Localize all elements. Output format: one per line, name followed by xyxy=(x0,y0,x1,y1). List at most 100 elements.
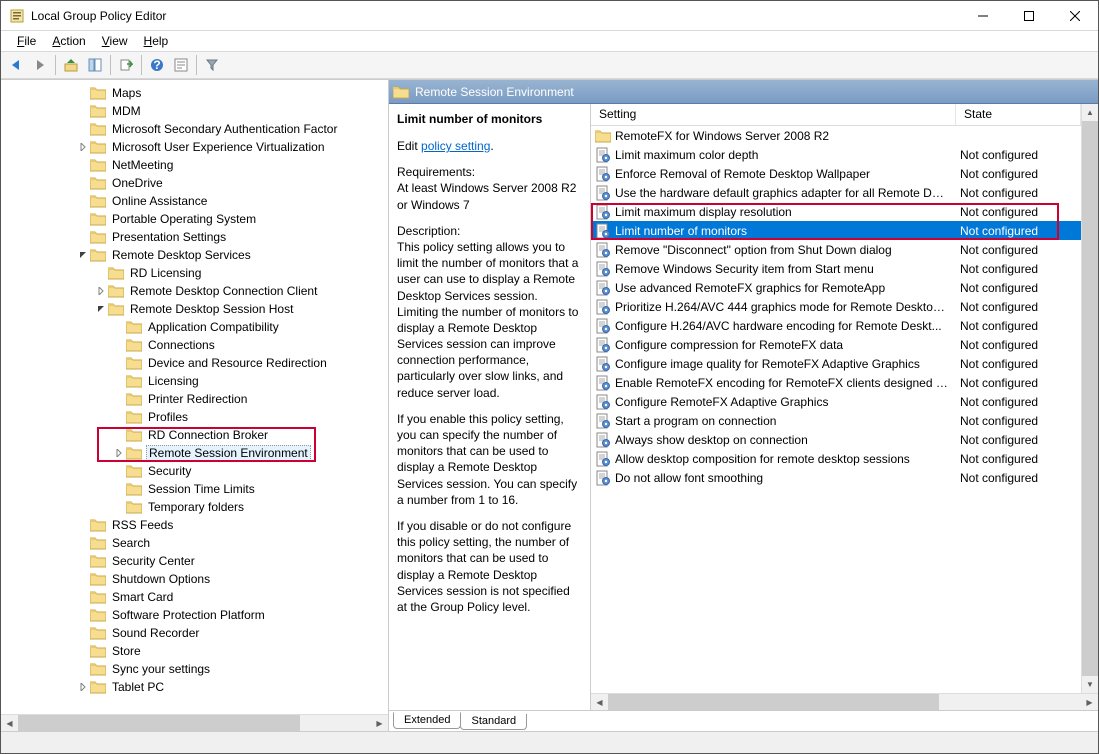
tree-item[interactable]: Profiles xyxy=(5,408,388,426)
col-state[interactable]: State xyxy=(956,104,1081,125)
folder-icon xyxy=(126,446,142,460)
tab-extended[interactable]: Extended xyxy=(393,712,461,729)
tree-item[interactable]: Portable Operating System xyxy=(5,210,388,228)
tree-item[interactable]: Microsoft User Experience Virtualization xyxy=(5,138,388,156)
tree-item[interactable]: NetMeeting xyxy=(5,156,388,174)
tree-item[interactable]: Remote Desktop Connection Client xyxy=(5,282,388,300)
list-hscroll[interactable]: ◀ ▶ xyxy=(591,693,1098,710)
policy-row[interactable]: Limit maximum color depthNot configured xyxy=(591,145,1081,164)
scroll-left-icon[interactable]: ◀ xyxy=(1,715,18,732)
policy-row[interactable]: Allow desktop composition for remote des… xyxy=(591,449,1081,468)
policy-row[interactable]: Start a program on connectionNot configu… xyxy=(591,411,1081,430)
scroll-up-icon[interactable]: ▲ xyxy=(1082,104,1098,121)
edit-policy-link[interactable]: policy setting xyxy=(421,139,490,153)
forward-button[interactable] xyxy=(29,54,51,76)
properties-button[interactable] xyxy=(170,54,192,76)
tree-item[interactable]: Connections xyxy=(5,336,388,354)
export-list-button[interactable] xyxy=(115,54,137,76)
tree-item[interactable]: MDM xyxy=(5,102,388,120)
menu-help[interactable]: Help xyxy=(138,32,175,50)
policy-row[interactable]: Enforce Removal of Remote Desktop Wallpa… xyxy=(591,164,1081,183)
chevron-none xyxy=(77,519,89,531)
maximize-button[interactable] xyxy=(1006,1,1052,30)
chevron-down-icon[interactable] xyxy=(95,303,107,315)
tree-item[interactable]: Microsoft Secondary Authentication Facto… xyxy=(5,120,388,138)
tree-item[interactable]: Temporary folders xyxy=(5,498,388,516)
policy-row[interactable]: Limit number of monitorsNot configured xyxy=(591,221,1081,240)
col-setting[interactable]: Setting xyxy=(591,104,956,125)
tree-item[interactable]: Licensing xyxy=(5,372,388,390)
category-title: Remote Session Environment xyxy=(415,85,574,99)
menu-file[interactable]: File xyxy=(11,32,42,50)
policy-row[interactable]: Remove Windows Security item from Start … xyxy=(591,259,1081,278)
tree-item[interactable]: Remote Desktop Session Host xyxy=(5,300,388,318)
tree-item[interactable]: OneDrive xyxy=(5,174,388,192)
policy-row[interactable]: Remove "Disconnect" option from Shut Dow… xyxy=(591,240,1081,259)
tree-item[interactable]: Application Compatibility xyxy=(5,318,388,336)
policy-row[interactable]: Use the hardware default graphics adapte… xyxy=(591,183,1081,202)
tree-item[interactable]: Device and Resource Redirection xyxy=(5,354,388,372)
tree-item[interactable]: Session Time Limits xyxy=(5,480,388,498)
tree-item[interactable]: Presentation Settings xyxy=(5,228,388,246)
scroll-down-icon[interactable]: ▼ xyxy=(1082,676,1098,693)
tree-item[interactable]: RD Connection Broker xyxy=(5,426,388,444)
chevron-right-icon[interactable] xyxy=(77,141,89,153)
list-vscroll[interactable]: ▲ ▼ xyxy=(1081,104,1098,693)
policy-row[interactable]: Prioritize H.264/AVC 444 graphics mode f… xyxy=(591,297,1081,316)
tree-item[interactable]: RD Licensing xyxy=(5,264,388,282)
close-button[interactable] xyxy=(1052,1,1098,30)
menu-action[interactable]: Action xyxy=(46,32,91,50)
tree-item[interactable]: Online Assistance xyxy=(5,192,388,210)
scroll-left-icon[interactable]: ◀ xyxy=(591,694,608,711)
up-button[interactable] xyxy=(60,54,82,76)
policy-state: Not configured xyxy=(956,471,1081,485)
tree-item[interactable]: Security Center xyxy=(5,552,388,570)
tree-item[interactable]: Smart Card xyxy=(5,588,388,606)
tree-item[interactable]: Tablet PC xyxy=(5,678,388,696)
tree-item-label: Shutdown Options xyxy=(110,572,212,586)
tree-item[interactable]: Security xyxy=(5,462,388,480)
chevron-down-icon[interactable] xyxy=(77,249,89,261)
menu-view[interactable]: View xyxy=(96,32,134,50)
tree-item[interactable]: RSS Feeds xyxy=(5,516,388,534)
policy-row[interactable]: Always show desktop on connectionNot con… xyxy=(591,430,1081,449)
tree-item[interactable]: Printer Redirection xyxy=(5,390,388,408)
policy-row[interactable]: Configure H.264/AVC hardware encoding fo… xyxy=(591,316,1081,335)
minimize-button[interactable] xyxy=(960,1,1006,30)
policy-row[interactable]: Configure RemoteFX Adaptive GraphicsNot … xyxy=(591,392,1081,411)
chevron-right-icon[interactable] xyxy=(113,447,125,459)
policy-name: Enable RemoteFX encoding for RemoteFX cl… xyxy=(615,376,956,390)
chevron-right-icon[interactable] xyxy=(95,285,107,297)
policy-list[interactable]: RemoteFX for Windows Server 2008 R2Limit… xyxy=(591,126,1081,693)
tree-item[interactable]: Remote Desktop Services xyxy=(5,246,388,264)
tree-item-label: Remote Session Environment xyxy=(146,445,311,461)
policy-row[interactable]: Configure image quality for RemoteFX Ada… xyxy=(591,354,1081,373)
scroll-right-icon[interactable]: ▶ xyxy=(1081,694,1098,711)
policy-row[interactable]: Configure compression for RemoteFX dataN… xyxy=(591,335,1081,354)
policy-row[interactable]: Enable RemoteFX encoding for RemoteFX cl… xyxy=(591,373,1081,392)
tree-item[interactable]: Sync your settings xyxy=(5,660,388,678)
tree-item[interactable]: Store xyxy=(5,642,388,660)
tree-item[interactable]: Software Protection Platform xyxy=(5,606,388,624)
tree-item[interactable]: Maps xyxy=(5,84,388,102)
policy-state: Not configured xyxy=(956,338,1081,352)
tree-item[interactable]: Task Scheduler xyxy=(5,696,388,697)
policy-row[interactable]: Limit maximum display resolutionNot conf… xyxy=(591,202,1081,221)
back-button[interactable] xyxy=(5,54,27,76)
tree-item[interactable]: Shutdown Options xyxy=(5,570,388,588)
tab-standard[interactable]: Standard xyxy=(460,714,527,730)
tree-hscroll[interactable]: ◀ ▶ xyxy=(1,714,388,731)
policy-row[interactable]: Do not allow font smoothingNot configure… xyxy=(591,468,1081,487)
tree[interactable]: MapsMDMMicrosoft Secondary Authenticatio… xyxy=(1,80,388,697)
policy-row[interactable]: RemoteFX for Windows Server 2008 R2 xyxy=(591,126,1081,145)
show-hide-tree-button[interactable] xyxy=(84,54,106,76)
tree-item[interactable]: Remote Session Environment xyxy=(5,444,388,462)
tree-item[interactable]: Search xyxy=(5,534,388,552)
policy-row[interactable]: Use advanced RemoteFX graphics for Remot… xyxy=(591,278,1081,297)
help-button[interactable]: ? xyxy=(146,54,168,76)
filter-button[interactable] xyxy=(201,54,223,76)
scroll-right-icon[interactable]: ▶ xyxy=(371,715,388,732)
policy-state: Not configured xyxy=(956,414,1081,428)
chevron-right-icon[interactable] xyxy=(77,681,89,693)
tree-item[interactable]: Sound Recorder xyxy=(5,624,388,642)
